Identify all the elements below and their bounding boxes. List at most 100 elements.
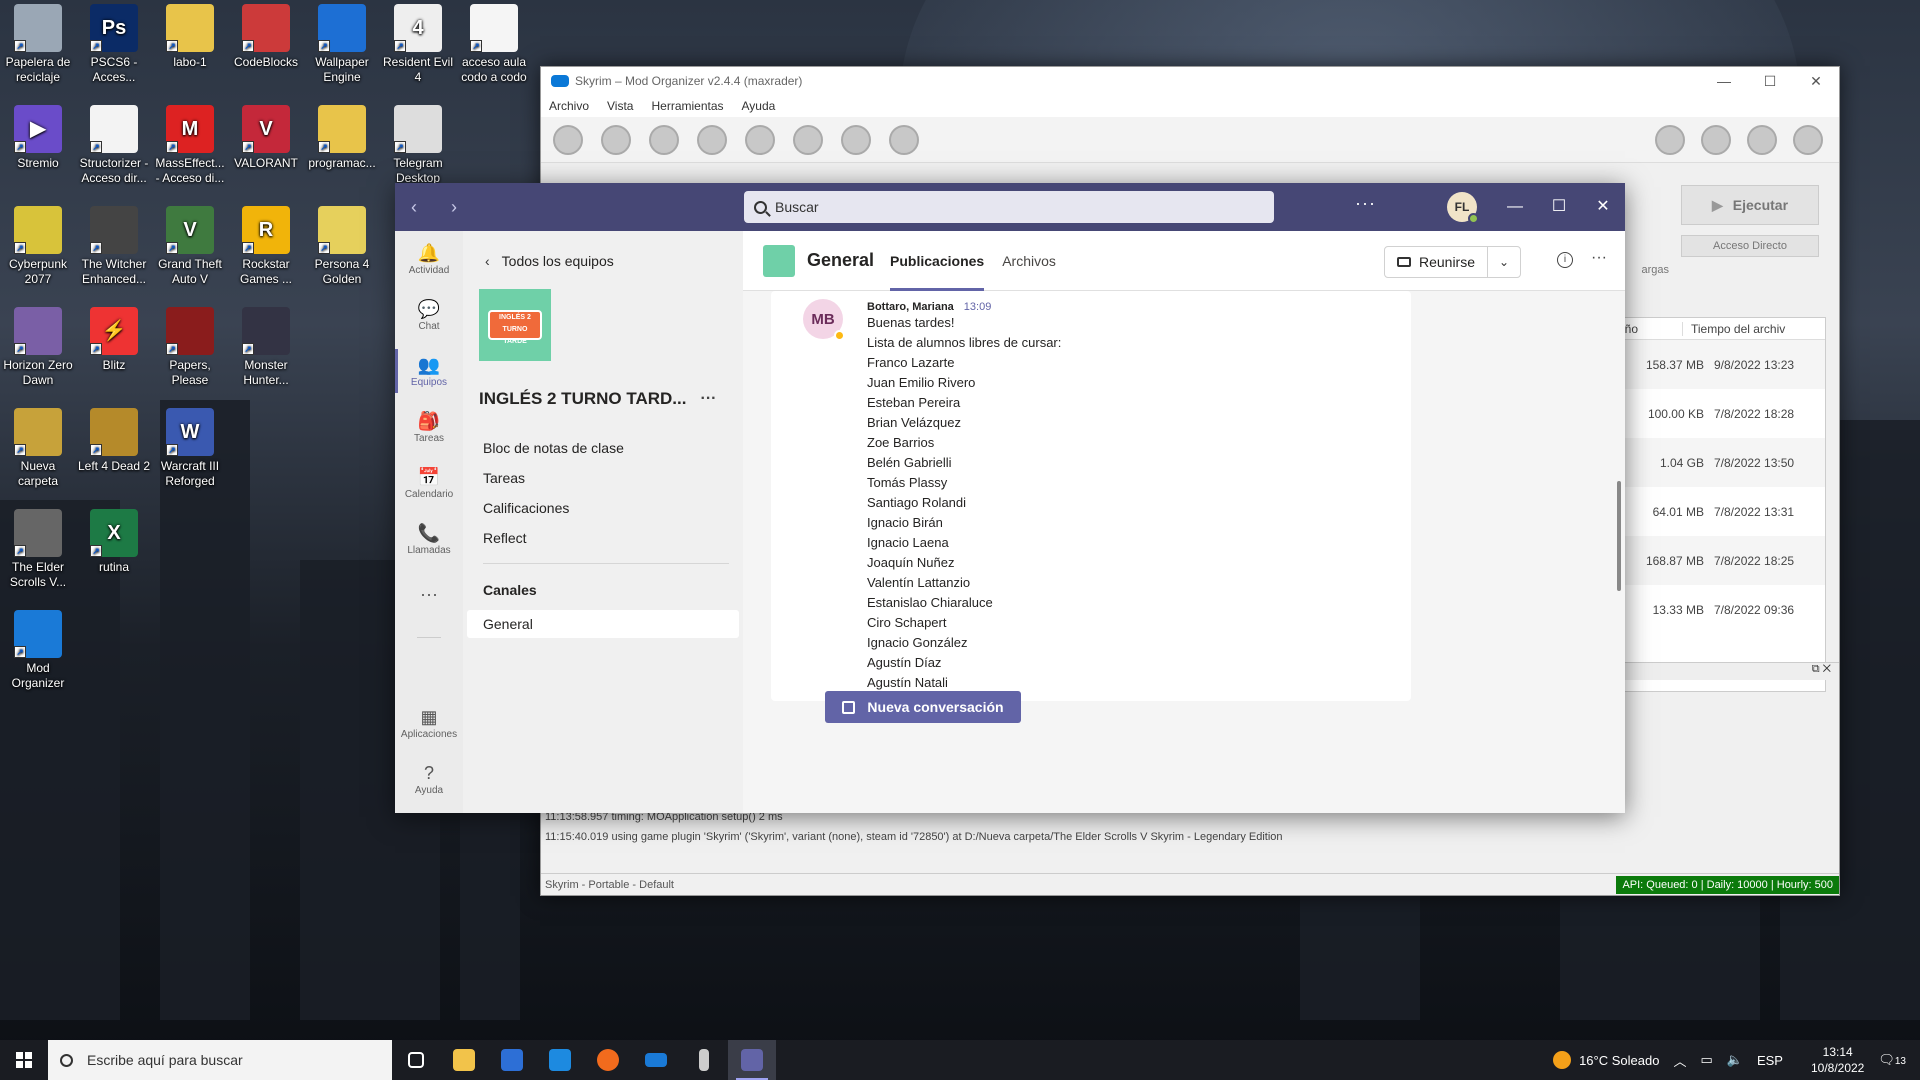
rail-item-ayuda[interactable]: ? Ayuda: [395, 751, 463, 807]
desktop-icon[interactable]: ↗ Papers, Please: [152, 303, 228, 388]
maximize-icon[interactable]: ☐: [1747, 73, 1793, 90]
info-icon[interactable]: i: [1557, 252, 1573, 268]
table-row[interactable]: 168.87 MB 7/8/2022 18:25: [1612, 536, 1825, 585]
channel-general[interactable]: General: [467, 610, 739, 638]
mail-icon[interactable]: [536, 1040, 584, 1080]
weather-sun-icon[interactable]: [1553, 1051, 1572, 1069]
desktop-icon[interactable]: ↗ Mod Organizer: [0, 606, 76, 691]
desktop-icon[interactable]: ↗ programac...: [304, 101, 380, 171]
taskbar-search-input[interactable]: Escribe aquí para buscar: [48, 1040, 392, 1080]
teams-icon[interactable]: [728, 1040, 776, 1080]
install-mod-icon[interactable]: [601, 124, 631, 155]
minimize-icon[interactable]: —: [1701, 73, 1747, 90]
teams-window[interactable]: ‹ › Buscar ··· FL — ☐ ✕ 🔔 Actividad 💬 Chat 👥…: [395, 183, 1625, 813]
col-time-header[interactable]: Tiempo del archiv: [1682, 321, 1785, 336]
clock[interactable]: 13:14 10/8/2022: [1811, 1044, 1864, 1076]
refresh-icon[interactable]: [745, 124, 775, 155]
close-icon[interactable]: ✕: [1793, 73, 1839, 90]
file-explorer-icon[interactable]: [440, 1040, 488, 1080]
menu-vista[interactable]: Vista: [607, 99, 633, 113]
desktop-icon[interactable]: ↗ The Elder Scrolls V...: [0, 505, 76, 590]
search-input[interactable]: Buscar: [744, 191, 1274, 223]
run-button[interactable]: ▶ Ejecutar: [1681, 185, 1819, 225]
menu-herramientas[interactable]: Herramientas: [651, 99, 723, 113]
meet-button[interactable]: Reunirse ⌄: [1383, 246, 1521, 278]
rail-more[interactable]: ···: [395, 567, 463, 623]
start-button[interactable]: [0, 1040, 48, 1080]
rail-item-calendario[interactable]: 📅 Calendario: [395, 455, 463, 511]
settings-icon[interactable]: [793, 124, 823, 155]
desktop-icon[interactable]: X ↗ rutina: [76, 505, 152, 575]
rail-item-actividad[interactable]: 🔔 Actividad: [395, 231, 463, 287]
close-icon[interactable]: ✕: [1581, 183, 1625, 231]
more-options-icon[interactable]: ···: [1591, 249, 1607, 267]
desktop-icon[interactable]: V ↗ VALORANT: [228, 101, 304, 171]
store-icon[interactable]: [488, 1040, 536, 1080]
menu-ayuda[interactable]: Ayuda: [742, 99, 776, 113]
network-icon[interactable]: ▭: [1700, 1052, 1712, 1068]
new-conversation-button[interactable]: Nueva conversación: [825, 691, 1021, 723]
notifications-icon[interactable]: 🗨13: [1878, 1052, 1906, 1068]
all-teams-link[interactable]: ‹ Todos los equipos: [463, 231, 743, 269]
desktop-icon[interactable]: ↗ Nueva carpeta: [0, 404, 76, 489]
rail-item-aplicaciones[interactable]: ▦ Aplicaciones: [395, 695, 463, 751]
link-reflect[interactable]: Reflect: [463, 523, 743, 553]
table-row[interactable]: 100.00 KB 7/8/2022 18:28: [1612, 389, 1825, 438]
desktop-icon[interactable]: R ↗ Rockstar Games ...: [228, 202, 304, 287]
link-assignments[interactable]: Tareas: [463, 463, 743, 493]
desktop-icon[interactable]: W ↗ Warcraft III Reforged: [152, 404, 228, 489]
executables-icon[interactable]: [697, 124, 727, 155]
table-row[interactable]: 13.33 MB 7/8/2022 09:36: [1612, 585, 1825, 634]
desktop-icon[interactable]: ↗ CodeBlocks: [228, 0, 304, 70]
dock-controls[interactable]: ⧉ ✕: [1611, 662, 1839, 680]
desktop-icon[interactable]: ↗ Telegram Desktop: [380, 101, 456, 186]
desktop-icon[interactable]: ↗ Wallpaper Engine: [304, 0, 380, 85]
message-avatar[interactable]: MB: [803, 299, 845, 341]
table-row[interactable]: 1.04 GB 7/8/2022 13:50: [1612, 438, 1825, 487]
desktop-icon[interactable]: ↗ Horizon Zero Dawn: [0, 303, 76, 388]
desktop-icon[interactable]: Ps ↗ PSCS6 - Acces...: [76, 0, 152, 85]
mo-titlebar[interactable]: Skyrim – Mod Organizer v2.4.4 (maxrader)…: [541, 67, 1839, 95]
desktop-icon[interactable]: V ↗ Grand Theft Auto V: [152, 202, 228, 287]
volume-icon[interactable]: 🔈: [1727, 1052, 1743, 1068]
desktop-icon[interactable]: ↗ Left 4 Dead 2: [76, 404, 152, 474]
tools-icon[interactable]: [841, 124, 871, 155]
link-grades[interactable]: Calificaciones: [463, 493, 743, 523]
desktop-icon[interactable]: ↗ acceso aula codo a codo: [456, 0, 532, 85]
desktop-icon[interactable]: 4 ↗ Resident Evil 4: [380, 0, 456, 85]
rail-item-tareas[interactable]: 🎒 Tareas: [395, 399, 463, 455]
desktop-icon[interactable]: ↗ Papelera de reciclaje: [0, 0, 76, 85]
tab-files[interactable]: Archivos: [1002, 231, 1056, 291]
language-indicator[interactable]: ESP: [1757, 1053, 1783, 1068]
tab-posts[interactable]: Publicaciones: [890, 231, 985, 291]
minimize-icon[interactable]: —: [1493, 183, 1537, 231]
table-row[interactable]: 64.01 MB 7/8/2022 13:31: [1612, 487, 1825, 536]
task-view-icon[interactable]: [392, 1040, 440, 1080]
menu-archivo[interactable]: Archivo: [549, 99, 589, 113]
rail-item-chat[interactable]: 💬 Chat: [395, 287, 463, 343]
rail-item-equipos[interactable]: 👥 Equipos: [395, 343, 463, 399]
desktop-icon[interactable]: ↗ Cyberpunk 2077: [0, 202, 76, 287]
desktop-icon[interactable]: ↗ Monster Hunter...: [228, 303, 304, 388]
firefox-icon[interactable]: [584, 1040, 632, 1080]
nexus-icon[interactable]: [649, 124, 679, 155]
warning-icon[interactable]: [1701, 124, 1731, 155]
desktop-icon[interactable]: ▶ ↗ Stremio: [0, 101, 76, 171]
desktop-icon[interactable]: ↗ Persona 4 Golden: [304, 202, 380, 287]
feed-scrollbar[interactable]: [1617, 481, 1621, 591]
help-icon[interactable]: [1793, 124, 1823, 155]
wrench-icon[interactable]: [889, 124, 919, 155]
weather-text[interactable]: 16°C Soleado: [1579, 1053, 1659, 1068]
rail-item-llamadas[interactable]: 📞 Llamadas: [395, 511, 463, 567]
desktop-icon[interactable]: ⚡ ↗ Blitz: [76, 303, 152, 373]
desktop-icon[interactable]: ↗ The Witcher Enhanced...: [76, 202, 152, 287]
tray-chevron-icon[interactable]: ︿: [1673, 1051, 1686, 1070]
skyrim-icon[interactable]: [680, 1040, 728, 1080]
team-options-icon[interactable]: ···: [700, 390, 716, 408]
maximize-icon[interactable]: ☐: [1537, 183, 1581, 231]
more-options-icon[interactable]: ···: [1355, 193, 1376, 214]
avatar[interactable]: FL: [1447, 192, 1479, 224]
endorse-heart-icon[interactable]: [1655, 124, 1685, 155]
update-icon[interactable]: [1747, 124, 1777, 155]
shortcut-button[interactable]: Acceso Directo: [1681, 235, 1819, 257]
